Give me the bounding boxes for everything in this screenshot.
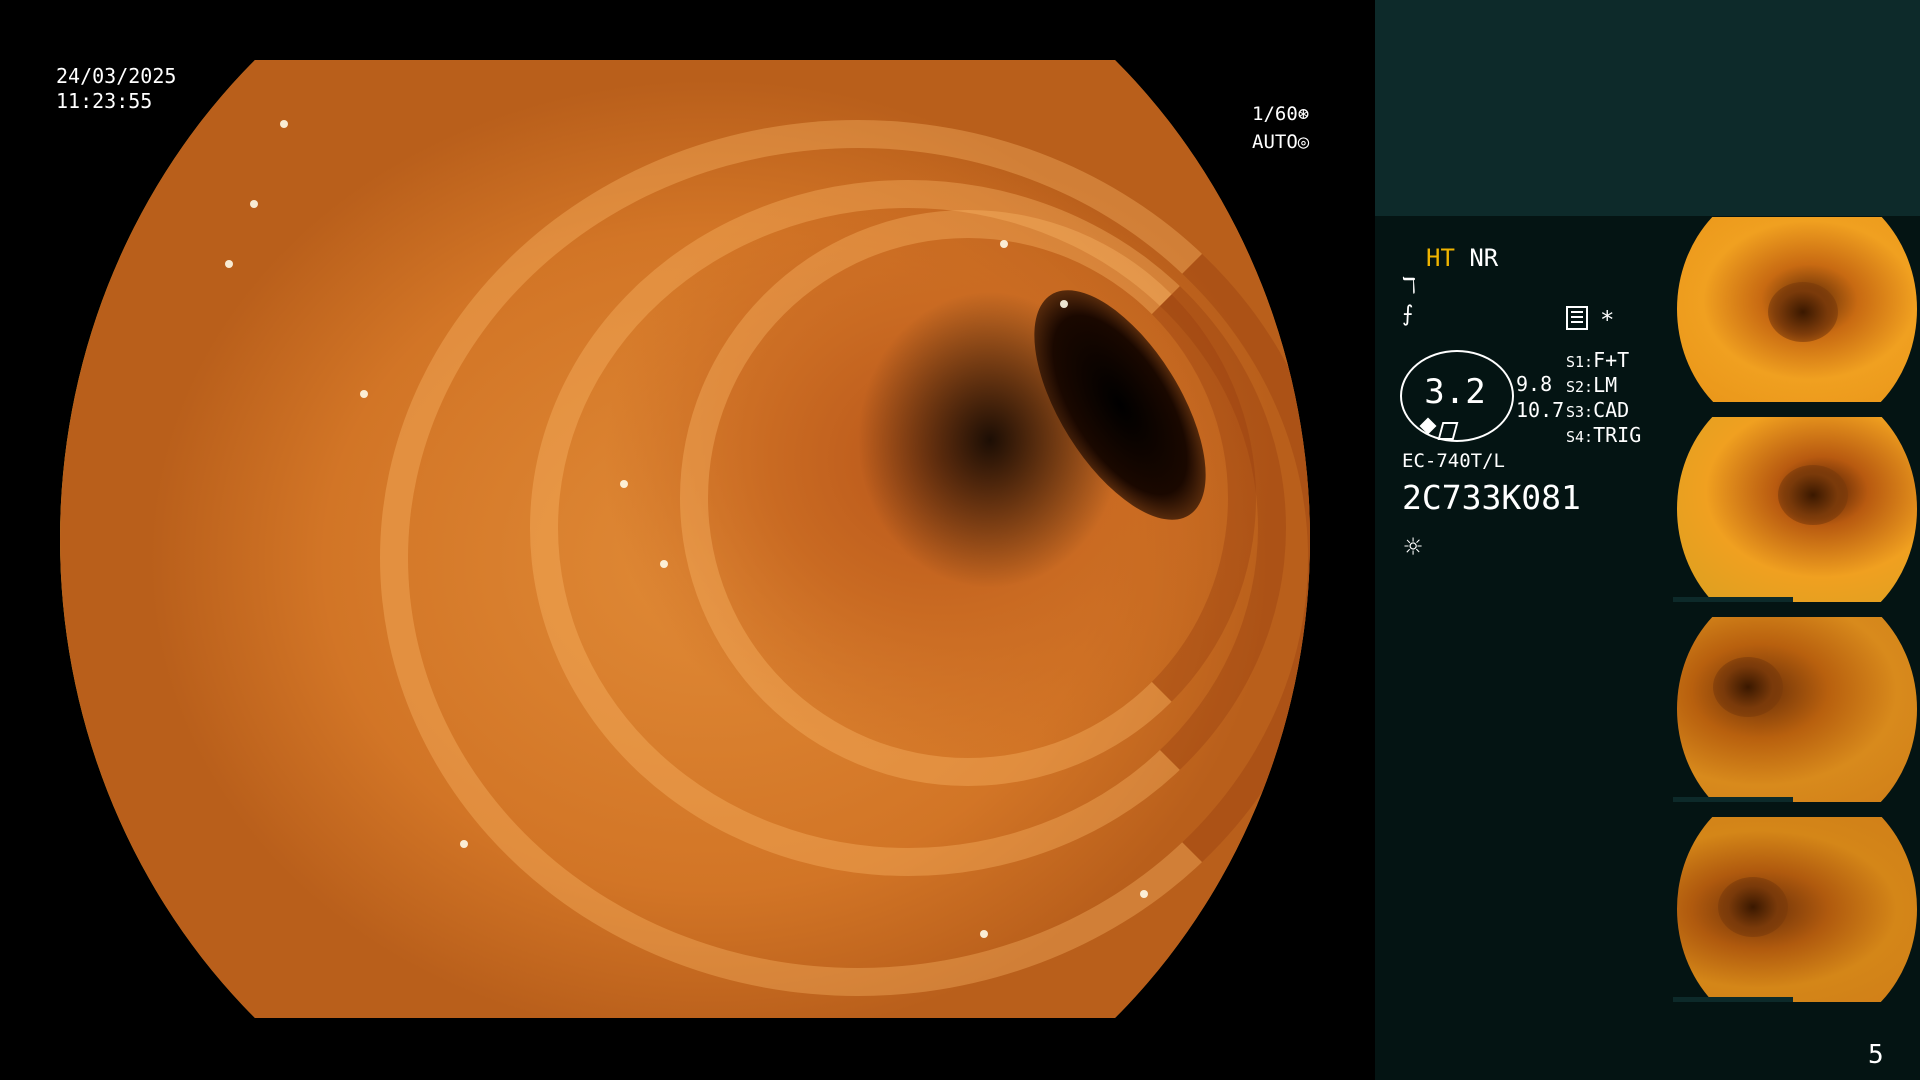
enhance-icon: ℸ [1402, 274, 1417, 299]
light-reflection [360, 390, 368, 398]
scope-serial: 2C733K081 [1402, 478, 1581, 517]
light-reflection [225, 260, 233, 268]
image-mode: HT NR [1426, 244, 1498, 272]
light-reflection [1060, 300, 1068, 308]
scope-model: EC-740T/L [1402, 450, 1505, 472]
capture-thumbnail-4[interactable] [1673, 817, 1920, 1002]
shutter-text: 1/60 [1252, 103, 1298, 125]
light-reflection [980, 930, 988, 938]
zoom-value: 3.2 [1424, 372, 1486, 412]
header-panel [1375, 0, 1920, 216]
contrast-icon: ⨍ [1402, 302, 1414, 327]
ht-label: HT [1426, 244, 1455, 272]
zoom-tertiary-value: 10.7 [1516, 398, 1565, 422]
zoom-secondary-value: 9.8 [1516, 372, 1553, 396]
slot-s2: S2:LM [1566, 373, 1618, 397]
light-reflection [250, 200, 258, 208]
nr-label: NR [1469, 244, 1499, 272]
page-number: 5 [1868, 1040, 1884, 1070]
capture-thumbnail-2[interactable] [1673, 417, 1920, 602]
light-reflection [460, 840, 468, 848]
slot-s1: S1:F+T [1566, 348, 1630, 372]
slot-s3: S3:CAD [1566, 398, 1630, 422]
exposure-readout: 1/60⊛ AUTO◎ [1252, 100, 1309, 156]
light-reflection [1000, 240, 1008, 248]
light-icon: ☼ [1404, 530, 1423, 565]
menu-icon [1566, 306, 1588, 330]
light-reflection [620, 480, 628, 488]
date-text: 24/03/2025 [56, 64, 177, 88]
shutter-icon: ⊛ [1297, 103, 1310, 125]
exposure-mode-text: AUTO [1252, 131, 1298, 153]
capture-thumbnail-3[interactable] [1673, 617, 1920, 802]
asterisk-icon: * [1600, 306, 1615, 334]
time-text: 11:23:55 [56, 89, 153, 113]
light-reflection [280, 120, 288, 128]
endoscope-main-view [60, 60, 1310, 1018]
capture-thumbnail-1[interactable] [1673, 217, 1920, 402]
datetime-readout: 24/03/2025 11:23:55 [56, 64, 176, 114]
iris-icon: ◎ [1297, 131, 1310, 153]
light-reflection [1140, 890, 1148, 898]
light-reflection [660, 560, 668, 568]
slot-s4: S4:TRIG [1566, 423, 1642, 447]
